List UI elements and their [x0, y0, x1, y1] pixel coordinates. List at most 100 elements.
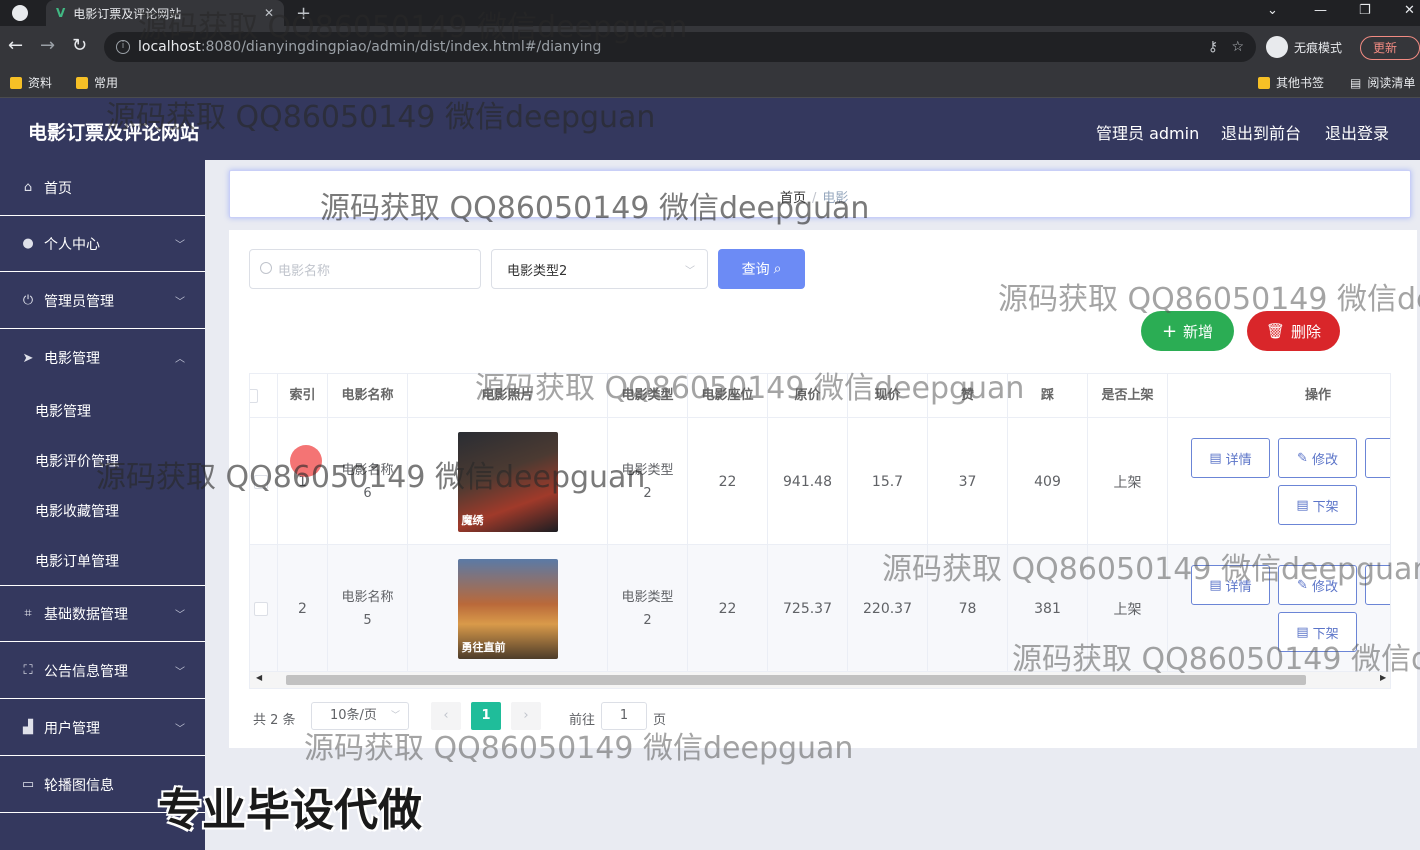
fullscreen-icon: ⛶ — [23, 663, 33, 678]
off-shelf-label: 下架 — [1312, 499, 1339, 515]
movie-poster[interactable]: 勇往直前 — [457, 558, 558, 659]
reading-list[interactable]: ▤ 阅读清单 — [1350, 74, 1415, 91]
next-page-button[interactable]: › — [511, 702, 541, 730]
scroll-left-icon[interactable]: ◀ — [256, 673, 262, 682]
doc-icon: ▤ — [1209, 577, 1222, 593]
tab-search-icon[interactable]: ⌄ — [1267, 3, 1278, 18]
movie-type-select[interactable]: 电影类型2 ﹀ — [491, 249, 708, 289]
back-icon[interactable]: ← — [8, 36, 23, 56]
browser-tab[interactable]: V 电影订票及评论网站 ✕ — [46, 0, 284, 26]
header-now-price: 现价 — [848, 374, 928, 418]
off-shelf-button[interactable]: ▤ 下架 — [1278, 485, 1357, 525]
submenu-movie-manage[interactable]: 电影管理 — [35, 401, 91, 421]
page-number-current[interactable]: 1 — [471, 702, 501, 730]
close-window-icon[interactable]: ✕ — [1404, 3, 1415, 18]
row-delete-button[interactable]: 🗑 — [1365, 565, 1390, 605]
detail-button[interactable]: ▤ 详情 — [1191, 438, 1270, 478]
logout-link[interactable]: 退出登录 — [1325, 120, 1389, 144]
row-select-cell[interactable] — [250, 545, 278, 672]
cell-price: 725.37 — [768, 545, 848, 672]
select-all-cell[interactable] — [250, 374, 278, 418]
forward-icon[interactable]: → — [40, 36, 55, 56]
thumb-icon: ▟ — [23, 720, 33, 735]
movie-name-input[interactable]: 电影名称 — [249, 249, 481, 289]
row-select-cell[interactable] — [250, 418, 278, 545]
sidebar-item-movies[interactable]: ➤ 电影管理 ︿ — [0, 330, 205, 386]
bookmark-changyong[interactable]: 常用 — [76, 74, 118, 91]
doc-icon: ▤ — [1296, 497, 1309, 513]
header-name: 电影名称 — [328, 374, 408, 418]
breadcrumb-separator: / — [812, 191, 817, 206]
power-icon: ⏻ — [22, 293, 34, 308]
cell-name: 电影名称 5 — [328, 545, 408, 672]
row-delete-button[interactable]: 🗑 — [1365, 438, 1390, 478]
sidebar: ⌂ 首页 ● 个人中心 ﹀ ⏻ 管理员管理 ﹀ ➤ 电影管理 ︿ 电影管理 电影… — [0, 160, 205, 850]
close-tab-icon[interactable]: ✕ — [264, 6, 274, 20]
query-button[interactable]: 查询 ⌕ — [718, 249, 805, 289]
sidebar-item-label: 管理员管理 — [44, 293, 114, 310]
sidebar-item-label: 电影管理 — [44, 351, 100, 367]
breadcrumb-home[interactable]: 首页 — [780, 191, 806, 206]
address-bar[interactable]: i localhost :8080/dianyingdingpiao/admin… — [104, 32, 1256, 62]
reload-icon[interactable]: ↻ — [72, 36, 87, 56]
info-icon[interactable]: i — [116, 40, 130, 54]
detail-button[interactable]: ▤ 详情 — [1191, 565, 1270, 605]
chevron-down-icon: ﹀ — [175, 297, 185, 308]
bookmark-ziliao[interactable]: 资料 — [10, 74, 52, 91]
sidebar-item-basic-data[interactable]: ⌗ 基础数据管理 ﹀ — [0, 586, 205, 642]
to-front-link[interactable]: 退出到前台 — [1221, 120, 1301, 144]
movie-poster[interactable]: 魔绣 — [457, 431, 558, 532]
row-checkbox[interactable] — [253, 474, 268, 489]
submenu-movie-reviews[interactable]: 电影评价管理 — [35, 451, 119, 471]
sidebar-item-admins[interactable]: ⏻ 管理员管理 ﹀ — [0, 273, 205, 329]
submenu-movie-orders[interactable]: 电影订单管理 — [35, 551, 119, 571]
edit-button[interactable]: ✎ 修改 — [1278, 438, 1357, 478]
sidebar-item-users[interactable]: ▟ 用户管理 ﹀ — [0, 700, 205, 756]
cell-name-line1: 电影名称 — [341, 462, 394, 478]
cell-status: 上架 — [1088, 545, 1168, 672]
scroll-thumb[interactable] — [286, 675, 1306, 685]
edit-button[interactable]: ✎ 修改 — [1278, 565, 1357, 605]
folder-icon — [76, 76, 88, 89]
maximize-icon[interactable]: ❐ — [1359, 3, 1371, 18]
cell-type-line1: 电影类型 — [621, 589, 674, 605]
chevron-down-icon: ﹀ — [175, 610, 185, 621]
select-value: 电影类型2 — [507, 263, 568, 279]
incognito-indicator[interactable]: 无痕模式 — [1266, 36, 1342, 58]
header-dislike: 踩 — [1008, 374, 1088, 418]
key-star-icons[interactable]: ⚷ ☆ — [1208, 39, 1244, 55]
page-size-select[interactable]: 10条/页 ﹀ — [311, 702, 409, 730]
promo-stamp: 专业毕设代做 — [158, 785, 422, 836]
stand-icon: ▭ — [21, 777, 35, 792]
browser-tabbar: V 电影订票及评论网站 ✕ + ⌄ — ❐ ✕ — [0, 0, 1420, 26]
sidebar-item-notices[interactable]: ⛶ 公告信息管理 ﹀ — [0, 643, 205, 699]
bookmark-label: 常用 — [94, 76, 119, 90]
delete-button[interactable]: 🗑 删除 — [1247, 311, 1340, 351]
cell-type: 电影类型 2 — [608, 545, 688, 672]
minimize-icon[interactable]: — — [1314, 3, 1327, 18]
cell-type-line1: 电影类型 — [621, 462, 674, 478]
chevron-down-icon: ﹀ — [175, 724, 185, 735]
sidebar-item-label: 公告信息管理 — [44, 663, 128, 680]
header-status: 是否上架 — [1088, 374, 1168, 418]
user-icon: ● — [22, 236, 34, 251]
cell-status: 上架 — [1088, 418, 1168, 545]
new-tab-icon[interactable]: + — [296, 3, 311, 24]
sidebar-item-home[interactable]: ⌂ 首页 — [0, 160, 205, 216]
jump-page-input[interactable]: 1 — [601, 702, 647, 730]
admin-label: 管理员 admin — [1096, 124, 1200, 143]
off-shelf-button[interactable]: ▤ 下架 — [1278, 612, 1357, 652]
prev-page-button[interactable]: ‹ — [431, 702, 461, 730]
update-button[interactable]: 更新 — [1360, 36, 1420, 60]
select-all-checkbox[interactable] — [250, 389, 258, 403]
scroll-right-icon[interactable]: ▶ — [1380, 673, 1386, 682]
horizontal-scrollbar[interactable]: ◀ ▶ — [250, 672, 1390, 688]
add-button[interactable]: + 新增 — [1141, 311, 1234, 351]
submenu-movie-favorites[interactable]: 电影收藏管理 — [35, 501, 119, 521]
bookmark-other[interactable]: 其他书签 — [1258, 74, 1324, 91]
sidebar-item-profile[interactable]: ● 个人中心 ﹀ — [0, 216, 205, 272]
table-header: 索引 电影名称 电影照片 电影类型 电影座位 原价 现价 赞 踩 是否上架 操作 — [250, 374, 1390, 418]
bookmark-label: 其他书签 — [1276, 76, 1325, 90]
row-checkbox[interactable] — [253, 601, 268, 616]
trash-icon: 🗑 — [1265, 322, 1286, 340]
